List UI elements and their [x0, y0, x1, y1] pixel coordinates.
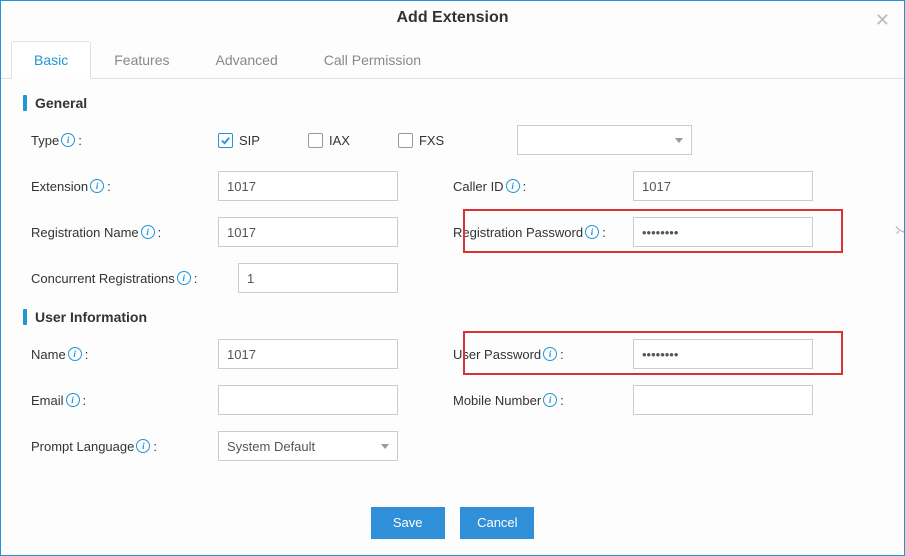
type-sip[interactable]: SIP	[218, 133, 260, 148]
section-general-title: General	[23, 95, 882, 111]
email-label: Email :	[23, 393, 218, 408]
tab-bar: Basic Features Advanced Call Permission	[1, 41, 904, 79]
prompt-lang-select[interactable]: System Default	[218, 431, 398, 461]
info-icon[interactable]	[66, 393, 80, 407]
row-email-mobile: Email : Mobile Number :	[23, 385, 882, 415]
extension-label: Extension :	[23, 179, 218, 194]
info-icon[interactable]	[543, 347, 557, 361]
chevron-down-icon	[381, 444, 389, 449]
reg-name-label: Registration Name :	[23, 225, 218, 240]
section-user-info-title: User Information	[23, 309, 882, 325]
add-extension-dialog: Add Extension ✕ Basic Features Advanced …	[0, 0, 905, 556]
name-label: Name :	[23, 347, 218, 362]
checkbox-sip[interactable]	[218, 133, 233, 148]
caller-id-input[interactable]	[633, 171, 813, 201]
tab-advanced[interactable]: Advanced	[192, 41, 300, 79]
dialog-title: Add Extension	[396, 9, 508, 26]
tab-basic[interactable]: Basic	[11, 41, 91, 79]
tab-content-basic: General Type : SIP IAX	[1, 79, 904, 493]
mobile-input[interactable]	[633, 385, 813, 415]
save-button[interactable]: Save	[371, 507, 445, 539]
reg-name-input[interactable]	[218, 217, 398, 247]
info-icon[interactable]	[136, 439, 150, 453]
info-icon[interactable]	[585, 225, 599, 239]
concurrent-label: Concurrent Registrations :	[23, 271, 238, 286]
info-icon[interactable]	[90, 179, 104, 193]
fxs-port-select[interactable]	[517, 125, 692, 155]
info-icon[interactable]	[177, 271, 191, 285]
eye-closed-icon[interactable]	[894, 223, 904, 242]
dialog-header: Add Extension ✕	[1, 1, 904, 41]
name-input[interactable]	[218, 339, 398, 369]
type-fxs[interactable]: FXS	[398, 133, 444, 148]
tab-call-permission[interactable]: Call Permission	[301, 41, 444, 79]
email-input[interactable]	[218, 385, 398, 415]
info-icon[interactable]	[506, 179, 520, 193]
concurrent-input[interactable]	[238, 263, 398, 293]
caller-id-label: Caller ID :	[453, 179, 633, 194]
user-password-label: User Password :	[453, 347, 633, 362]
checkbox-fxs[interactable]	[398, 133, 413, 148]
extension-input[interactable]	[218, 171, 398, 201]
mobile-label: Mobile Number :	[453, 393, 633, 408]
type-iax[interactable]: IAX	[308, 133, 350, 148]
close-icon[interactable]: ✕	[875, 11, 890, 29]
type-label: Type :	[23, 133, 218, 148]
row-extension-callerid: Extension : Caller ID :	[23, 171, 882, 201]
reg-password-input[interactable]	[633, 217, 813, 247]
row-name-userpw: Name : User Password :	[23, 339, 882, 369]
info-icon[interactable]	[543, 393, 557, 407]
type-options: SIP IAX FXS	[218, 125, 692, 155]
user-password-input[interactable]	[633, 339, 813, 369]
dialog-footer: Save Cancel	[1, 493, 904, 555]
row-regname-regpw: Registration Name : Registration Passwor…	[23, 217, 882, 247]
checkbox-iax[interactable]	[308, 133, 323, 148]
info-icon[interactable]	[68, 347, 82, 361]
row-type: Type : SIP IAX	[23, 125, 882, 155]
row-prompt-language: Prompt Language : System Default	[23, 431, 882, 461]
chevron-down-icon	[675, 138, 683, 143]
tab-features[interactable]: Features	[91, 41, 192, 79]
row-concurrent: Concurrent Registrations :	[23, 263, 882, 293]
cancel-button[interactable]: Cancel	[460, 507, 534, 539]
prompt-lang-label: Prompt Language :	[23, 439, 218, 454]
info-icon[interactable]	[61, 133, 75, 147]
reg-password-label: Registration Password :	[453, 225, 633, 240]
info-icon[interactable]	[141, 225, 155, 239]
